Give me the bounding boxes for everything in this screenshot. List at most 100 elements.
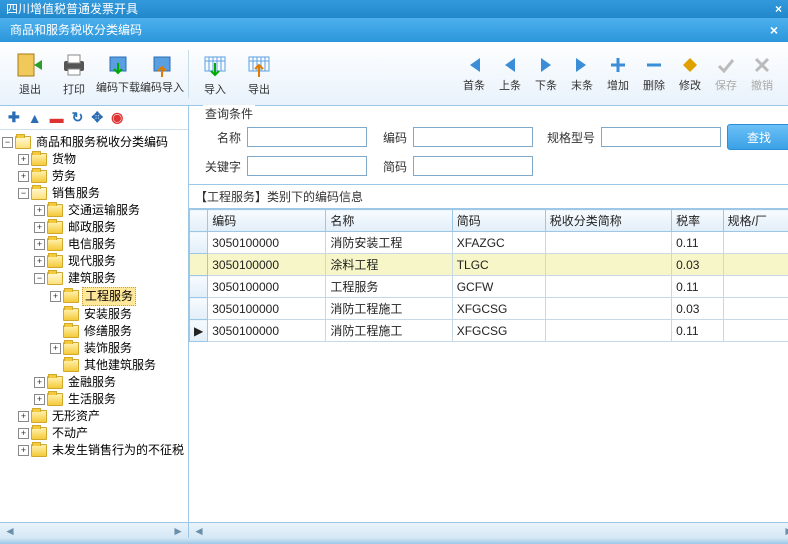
- tree-node-label[interactable]: 建筑服务: [66, 270, 118, 287]
- tree-expand-icon[interactable]: ✥: [91, 109, 103, 126]
- print-button[interactable]: 打印: [52, 46, 96, 102]
- cell[interactable]: [545, 254, 671, 276]
- tree-collapse-icon[interactable]: −: [34, 273, 45, 284]
- save-button[interactable]: 保存: [708, 46, 744, 102]
- cell[interactable]: TLGC: [452, 254, 545, 276]
- column-header[interactable]: 编码: [208, 210, 326, 232]
- tree-node-label[interactable]: 电信服务: [66, 236, 118, 253]
- grid-hscrollbar[interactable]: ◄►: [189, 522, 788, 538]
- tree-expand-icon[interactable]: +: [18, 445, 29, 456]
- undo-button[interactable]: 撤销: [744, 46, 780, 102]
- cell[interactable]: [545, 232, 671, 254]
- cell[interactable]: [545, 276, 671, 298]
- cell[interactable]: 涂料工程: [326, 254, 452, 276]
- tree-node-label[interactable]: 修缮服务: [82, 323, 134, 340]
- cell[interactable]: [545, 298, 671, 320]
- table-row[interactable]: 3050100000消防工程施工XFGCSG0.03: [190, 298, 788, 320]
- cell[interactable]: [723, 254, 788, 276]
- table-row[interactable]: ▶3050100000消防工程施工XFGCSG0.11: [190, 320, 788, 342]
- tree-node-label[interactable]: 劳务: [50, 168, 78, 185]
- table-row[interactable]: 3050100000工程服务GCFW 0.11: [190, 276, 788, 298]
- name-input[interactable]: [247, 127, 367, 147]
- tree-collapse-icon[interactable]: −: [2, 137, 13, 148]
- data-grid[interactable]: 编码名称简码税收分类简称税率规格/厂 3050100000消防安装工程XFAZG…: [189, 209, 788, 342]
- cell[interactable]: 0.11: [672, 276, 723, 298]
- tree-node-label[interactable]: 装饰服务: [82, 340, 134, 357]
- tree-node-label[interactable]: 交通运输服务: [66, 202, 142, 219]
- table-row[interactable]: 3050100000消防安装工程XFAZGC 0.11: [190, 232, 788, 254]
- scroll-left-icon[interactable]: ◄: [193, 524, 205, 538]
- cell[interactable]: [723, 298, 788, 320]
- tree-expand-icon[interactable]: +: [34, 239, 45, 250]
- tree-expand-icon[interactable]: +: [34, 205, 45, 216]
- tree-remove-icon[interactable]: ▬: [50, 110, 64, 126]
- cell[interactable]: [723, 276, 788, 298]
- next-record-button[interactable]: 下条: [528, 46, 564, 102]
- cell[interactable]: 消防工程施工: [326, 320, 452, 342]
- scroll-left-icon[interactable]: ◄: [4, 524, 16, 538]
- cell[interactable]: [545, 320, 671, 342]
- cell[interactable]: 0.03: [672, 298, 723, 320]
- tree-expand-icon[interactable]: +: [50, 343, 61, 354]
- keyword-input[interactable]: [247, 156, 367, 176]
- tree-node-label[interactable]: 无形资产: [50, 408, 102, 425]
- tree-expand-icon[interactable]: +: [34, 222, 45, 233]
- column-header[interactable]: 规格/厂: [723, 210, 788, 232]
- code-input[interactable]: [413, 127, 533, 147]
- export-button[interactable]: 导出: [237, 46, 281, 102]
- tree-node-label[interactable]: 不动产: [50, 425, 90, 442]
- cell[interactable]: XFAZGC: [452, 232, 545, 254]
- tree-node-label[interactable]: 现代服务: [66, 253, 118, 270]
- cell[interactable]: GCFW: [452, 276, 545, 298]
- cell[interactable]: XFGCSG: [452, 320, 545, 342]
- tree-node-label[interactable]: 邮政服务: [66, 219, 118, 236]
- tree-hscrollbar[interactable]: ◄►: [0, 522, 188, 538]
- spec-input[interactable]: [601, 127, 721, 147]
- tree-expand-icon[interactable]: +: [18, 411, 29, 422]
- edit-button[interactable]: 修改: [672, 46, 708, 102]
- add-button[interactable]: 增加: [600, 46, 636, 102]
- column-header[interactable]: 简码: [452, 210, 545, 232]
- import-button[interactable]: 导入: [193, 46, 237, 102]
- tree-node-label[interactable]: 销售服务: [50, 185, 102, 202]
- cell[interactable]: XFGCSG: [452, 298, 545, 320]
- tree-expand-icon[interactable]: +: [18, 428, 29, 439]
- tree-node-label[interactable]: 金融服务: [66, 374, 118, 391]
- cell[interactable]: 消防工程施工: [326, 298, 452, 320]
- scroll-right-icon[interactable]: ►: [172, 524, 184, 538]
- tree-expand-icon[interactable]: +: [18, 154, 29, 165]
- last-record-button[interactable]: 末条: [564, 46, 600, 102]
- cell[interactable]: 3050100000: [208, 276, 326, 298]
- table-row[interactable]: 3050100000涂料工程TLGC0.03: [190, 254, 788, 276]
- exit-button[interactable]: 退出: [8, 46, 52, 102]
- tree-node-label[interactable]: 安装服务: [82, 306, 134, 323]
- cell[interactable]: 3050100000: [208, 254, 326, 276]
- dialog-close-icon[interactable]: ×: [770, 18, 778, 42]
- cell[interactable]: [723, 320, 788, 342]
- tree-target-icon[interactable]: ◉: [111, 109, 123, 126]
- cell[interactable]: 消防安装工程: [326, 232, 452, 254]
- cell[interactable]: [723, 232, 788, 254]
- first-record-button[interactable]: 首条: [456, 46, 492, 102]
- tree-node-label[interactable]: 其他建筑服务: [82, 357, 158, 374]
- prev-record-button[interactable]: 上条: [492, 46, 528, 102]
- delete-button[interactable]: 删除: [636, 46, 672, 102]
- tree-node-label[interactable]: 未发生销售行为的不征税: [50, 442, 186, 459]
- shortcode-input[interactable]: [413, 156, 533, 176]
- cell[interactable]: 0.11: [672, 232, 723, 254]
- cell[interactable]: 工程服务: [326, 276, 452, 298]
- column-header[interactable]: 名称: [326, 210, 452, 232]
- search-button[interactable]: 查找: [727, 124, 788, 150]
- tree-expand-icon[interactable]: +: [34, 256, 45, 267]
- cell[interactable]: 3050100000: [208, 232, 326, 254]
- tree-expand-icon[interactable]: +: [50, 291, 61, 302]
- column-header[interactable]: 税收分类简称: [545, 210, 671, 232]
- tree-expand-icon[interactable]: +: [18, 171, 29, 182]
- code-download-button[interactable]: 编码下载: [96, 46, 140, 102]
- code-import-button[interactable]: 编码导入: [140, 46, 184, 102]
- tree-node-label[interactable]: 生活服务: [66, 391, 118, 408]
- tree-up-icon[interactable]: ▲: [28, 110, 42, 126]
- tree-root-label[interactable]: 商品和服务税收分类编码: [34, 134, 170, 151]
- app-close-icon[interactable]: ×: [775, 0, 782, 18]
- category-tree[interactable]: −商品和服务税收分类编码 +货物+劳务−销售服务+交通运输服务+邮政服务+电信服…: [0, 130, 188, 522]
